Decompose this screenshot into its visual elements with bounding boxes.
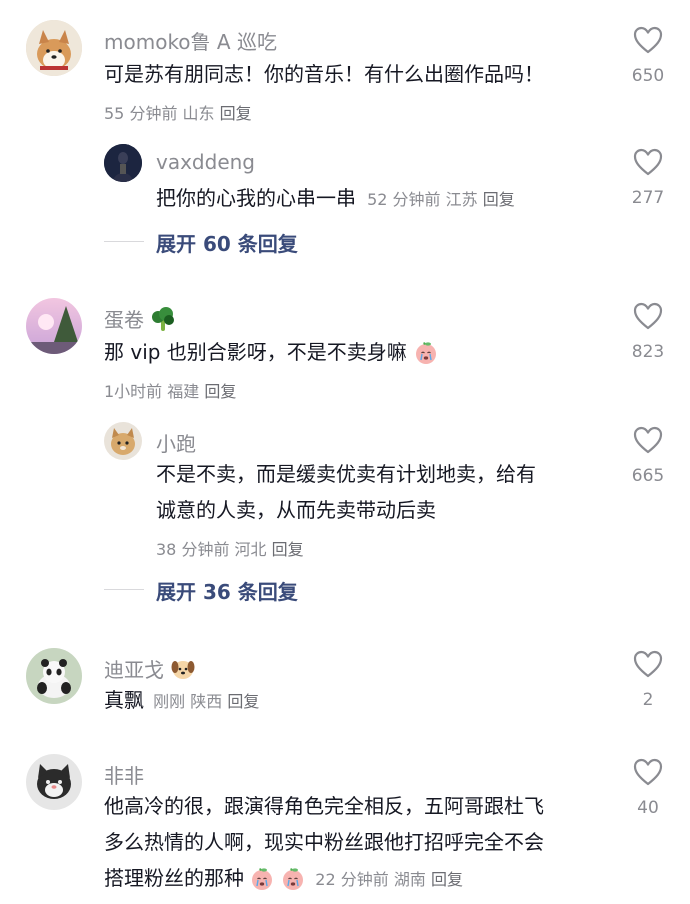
cat-avatar-image xyxy=(104,422,142,460)
sunset-tree-avatar-image xyxy=(26,298,82,354)
reply-button[interactable]: 回复 xyxy=(227,692,259,711)
avatar[interactable] xyxy=(104,144,142,182)
reply-body: 把你的心我的心串一串 52 分钟前 江苏 回复 xyxy=(156,180,515,216)
comment-text: 那 vip 也别合影呀，不是不卖身嘛 xyxy=(104,340,407,364)
comment-location: 山东 xyxy=(182,104,215,123)
heart-outline-icon xyxy=(633,758,663,786)
heart-outline-icon xyxy=(633,26,663,54)
black-cat-avatar-image xyxy=(26,754,82,810)
avatar[interactable] xyxy=(26,754,82,810)
comment-username[interactable]: momoko鲁 A 巡吃 xyxy=(104,26,277,55)
reply-time: 52 分钟前 xyxy=(367,190,441,209)
comment-time: 1小时前 xyxy=(104,382,163,401)
divider xyxy=(104,589,144,590)
like-button[interactable]: 2 xyxy=(618,650,678,710)
comment-location: 湖南 xyxy=(393,870,426,889)
divider xyxy=(104,241,144,242)
person-avatar-image xyxy=(104,144,142,182)
reply-location: 河北 xyxy=(234,540,267,559)
like-count: 277 xyxy=(631,188,665,208)
reply-button[interactable]: 回复 xyxy=(220,104,252,123)
avatar[interactable] xyxy=(26,648,82,704)
reply-meta: 38 分钟前 河北 回复 xyxy=(156,536,304,560)
comment-location: 陕西 xyxy=(190,692,223,711)
like-button[interactable]: 665 xyxy=(618,426,678,486)
comment-body: 那 vip 也别合影呀，不是不卖身嘛 xyxy=(104,334,439,370)
crying-peach-emoji xyxy=(249,865,275,891)
expand-replies-button[interactable]: 展开 60 条回复 xyxy=(156,228,298,257)
comment-username-row: 蛋卷 xyxy=(104,304,176,333)
reply-username[interactable]: 小跑 xyxy=(156,428,196,457)
crying-peach-emoji xyxy=(413,339,439,365)
comment-username[interactable]: 迪亚戈 xyxy=(104,658,164,682)
expand-replies-button[interactable]: 展开 36 条回复 xyxy=(156,576,298,605)
reply-text-line-2: 诚意的人卖，从而先卖带动后卖 xyxy=(156,498,436,522)
like-button[interactable]: 823 xyxy=(618,302,678,362)
comment-time: 22 分钟前 xyxy=(315,870,389,889)
comment-meta: 1小时前 福建 回复 xyxy=(104,378,236,402)
heart-outline-icon xyxy=(633,302,663,330)
like-button[interactable]: 277 xyxy=(618,148,678,208)
avatar[interactable] xyxy=(26,20,82,76)
reply-time: 38 分钟前 xyxy=(156,540,230,559)
reply-text-line-1: 不是不卖，而是缓卖优卖有计划地卖，给有 xyxy=(156,462,536,486)
comment-body-line-3: 搭理粉丝的那种 22 分钟前 湖南 回复 xyxy=(104,860,463,896)
comment-text-line-1: 他高冷的很，跟演得角色完全相反，五阿哥跟杜飞 xyxy=(104,794,544,818)
comment-username[interactable]: 蛋卷 xyxy=(104,308,144,332)
comment-meta: 55 分钟前 山东 回复 xyxy=(104,100,252,124)
comment-text: 可是苏有朋同志！你的音乐！有什么出圈作品吗！ xyxy=(104,62,544,86)
comment-text-line-3: 搭理粉丝的那种 xyxy=(104,866,244,890)
reply-button[interactable]: 回复 xyxy=(204,382,236,401)
comment-time: 55 分钟前 xyxy=(104,104,178,123)
reply-button[interactable]: 回复 xyxy=(272,540,304,559)
comment-body: 真飘 刚刚 陕西 回复 xyxy=(104,682,259,718)
comment-location: 福建 xyxy=(167,382,200,401)
reply-text: 把你的心我的心串一串 xyxy=(156,186,356,210)
heart-outline-icon xyxy=(633,650,663,678)
avatar[interactable] xyxy=(26,298,82,354)
like-count: 2 xyxy=(642,690,654,710)
shiba-avatar-image xyxy=(26,20,82,76)
avatar[interactable] xyxy=(104,422,142,460)
heart-outline-icon xyxy=(633,426,663,454)
like-button[interactable]: 650 xyxy=(618,26,678,86)
reply-location: 江苏 xyxy=(445,190,478,209)
comment-username-row: 迪亚戈 xyxy=(104,654,196,683)
panda-avatar-image xyxy=(26,648,82,704)
reply-button[interactable]: 回复 xyxy=(483,190,515,209)
like-count: 665 xyxy=(631,466,665,486)
reply-username[interactable]: vaxddeng xyxy=(156,150,255,174)
comment-text-line-2: 多么热情的人啊，现实中粉丝跟他打招呼完全不会 xyxy=(104,830,544,854)
reply-button[interactable]: 回复 xyxy=(431,870,463,889)
like-button[interactable]: 40 xyxy=(618,758,678,818)
like-count: 823 xyxy=(631,342,665,362)
like-count: 650 xyxy=(631,66,665,86)
comment-time: 刚刚 xyxy=(153,692,186,711)
broccoli-emoji xyxy=(152,307,175,331)
comment-username[interactable]: 非非 xyxy=(104,760,144,789)
dog-face-emoji xyxy=(171,661,195,679)
heart-outline-icon xyxy=(633,148,663,176)
like-count: 40 xyxy=(637,798,659,818)
crying-peach-emoji xyxy=(280,865,306,891)
comment-text: 真飘 xyxy=(104,688,144,712)
